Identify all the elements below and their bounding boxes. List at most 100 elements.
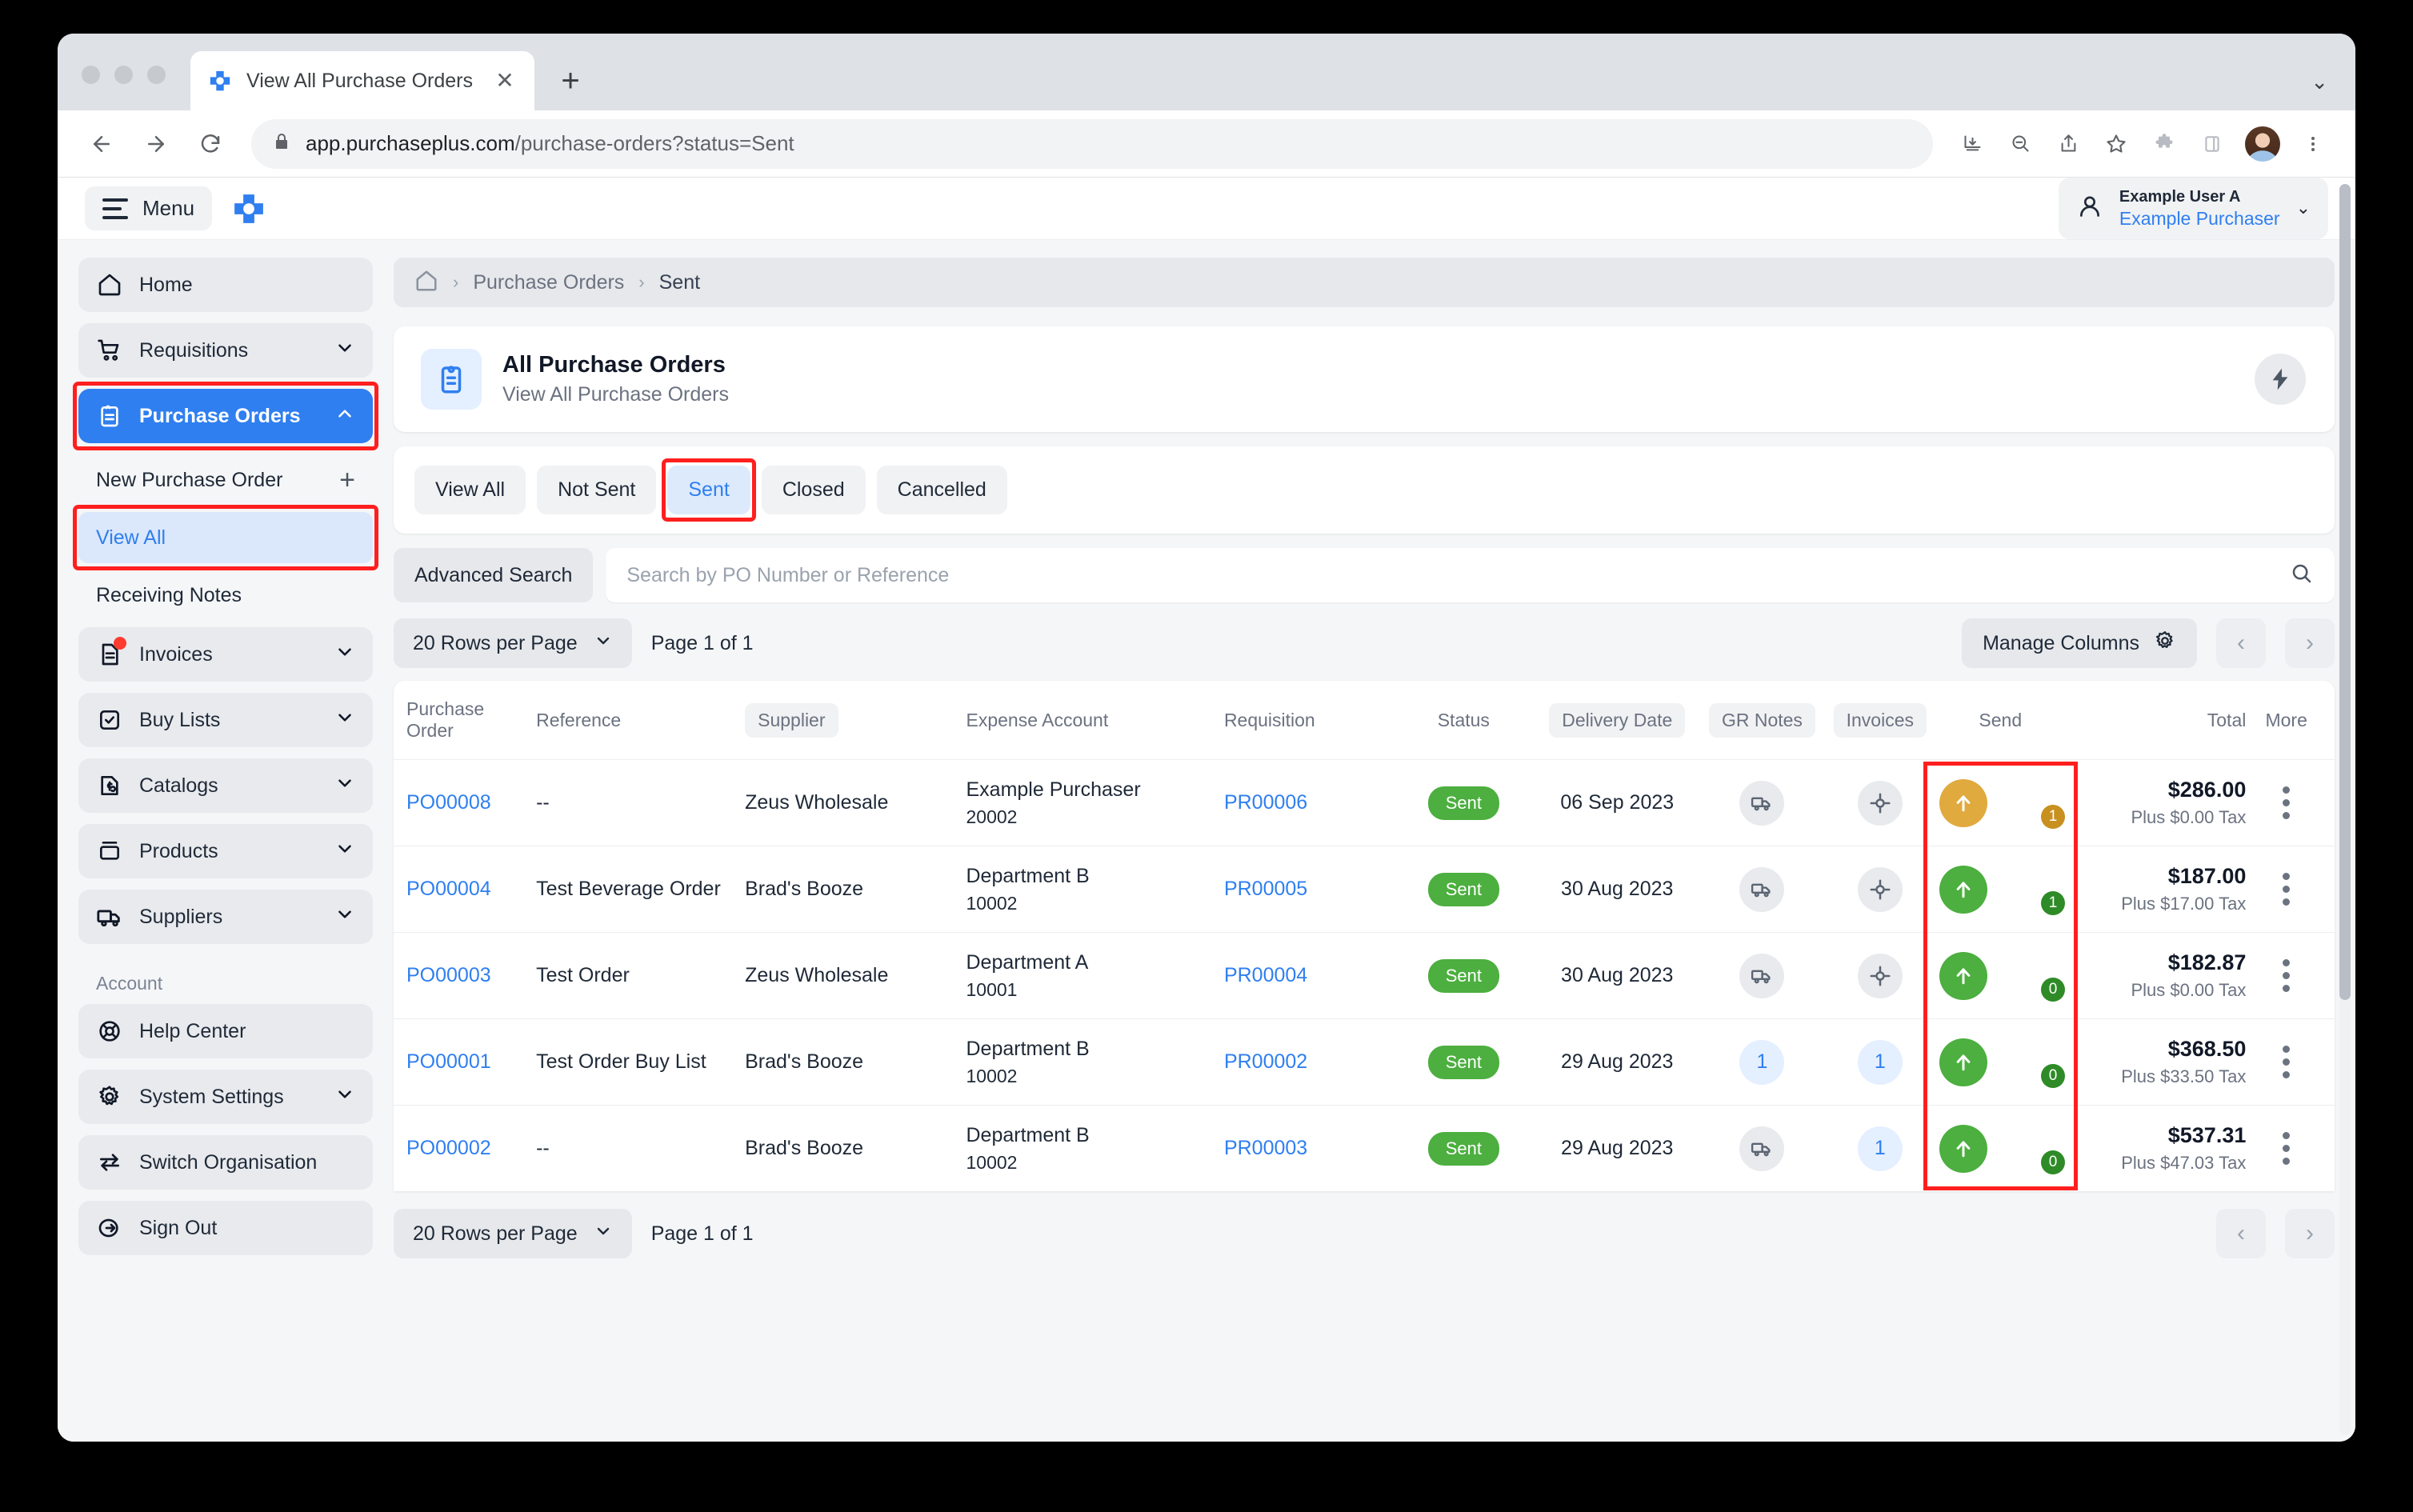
prev-page-button-bottom[interactable]: ‹ — [2216, 1209, 2266, 1258]
profile-avatar[interactable] — [2245, 126, 2280, 162]
sidebar-item-home[interactable]: Home — [78, 258, 373, 312]
purchase-order-link[interactable]: PO00002 — [406, 1137, 491, 1159]
send-status-button[interactable]: 1 — [1939, 865, 2066, 915]
purchase-order-link[interactable]: PO00003 — [406, 964, 491, 986]
menu-button[interactable]: Menu — [85, 186, 213, 230]
sidebar-item-invoices[interactable]: Invoices — [78, 627, 373, 682]
invoices-count[interactable]: 1 — [1857, 1126, 1903, 1171]
next-page-button-top[interactable]: › — [2285, 618, 2335, 668]
sidebar-item-system-settings[interactable]: System Settings — [78, 1070, 373, 1124]
sidebar-item-sign-out[interactable]: Sign Out — [78, 1201, 373, 1255]
rows-per-page-select-top[interactable]: 20 Rows per Page — [394, 618, 632, 668]
next-page-button-bottom[interactable]: › — [2285, 1209, 2335, 1258]
send-status-button[interactable]: 0 — [1939, 951, 2066, 1002]
column-header-status[interactable]: Status — [1438, 710, 1490, 730]
table-row[interactable]: PO00008 -- Zeus Wholesale Example Purchaser… — [394, 759, 2335, 846]
search-icon[interactable] — [2290, 562, 2314, 590]
truck-icon[interactable] — [1739, 866, 1785, 912]
install-app-icon[interactable] — [1951, 122, 1994, 166]
sidebar-subitem-receiving-notes[interactable]: Receiving Notes — [78, 570, 373, 621]
send-status-button[interactable]: 0 — [1939, 1124, 2066, 1174]
close-window-button[interactable] — [82, 66, 100, 84]
row-more-menu-button[interactable] — [2246, 1132, 2327, 1165]
target-icon[interactable] — [1857, 780, 1903, 826]
target-icon[interactable] — [1857, 953, 1903, 998]
sidebar-item-switch-organisation[interactable]: Switch Organisation — [78, 1135, 373, 1190]
side-panel-icon[interactable] — [2191, 122, 2234, 166]
forward-arrow-icon[interactable] — [133, 121, 179, 167]
tab-closed[interactable]: Closed — [761, 466, 866, 514]
purchaseplus-logo[interactable] — [231, 191, 266, 226]
address-bar[interactable]: app.purchaseplus.com/purchase-orders?sta… — [251, 118, 1933, 169]
breadcrumb-item-sent[interactable]: Sent — [659, 271, 700, 294]
manage-columns-button[interactable]: Manage Columns — [1962, 618, 2197, 668]
table-row[interactable]: PO00002 -- Brad's Booze Department B 10002 PR… — [394, 1106, 2335, 1192]
tab-sent[interactable]: Sent — [662, 458, 756, 522]
home-icon[interactable] — [414, 269, 438, 297]
gr-notes-count[interactable]: 1 — [1739, 1039, 1785, 1085]
search-box[interactable] — [606, 548, 2335, 602]
window-traffic-lights[interactable] — [82, 66, 166, 84]
column-header-send[interactable]: Send — [1979, 710, 2022, 730]
plus-icon[interactable]: + — [339, 466, 355, 494]
sidebar-item-suppliers[interactable]: Suppliers — [78, 890, 373, 944]
sidebar-item-buy-lists[interactable]: Buy Lists — [78, 693, 373, 747]
requisition-link[interactable]: PR00002 — [1224, 1050, 1307, 1073]
table-row[interactable]: PO00003 Test Order Zeus Wholesale Departmen… — [394, 932, 2335, 1019]
search-input[interactable] — [626, 563, 2290, 587]
invoices-count[interactable]: 1 — [1857, 1039, 1903, 1085]
app-vertical-scrollbar[interactable] — [2339, 184, 2351, 1435]
purchase-order-link[interactable]: PO00004 — [406, 878, 491, 900]
scrollbar-thumb[interactable] — [2339, 184, 2351, 1000]
advanced-search-button[interactable]: Advanced Search — [394, 548, 594, 602]
sidebar-item-catalogs[interactable]: Catalogs — [78, 758, 373, 813]
three-dot-menu-icon[interactable] — [2291, 122, 2335, 166]
maximize-window-button[interactable] — [147, 66, 166, 84]
browser-tab[interactable]: View All Purchase Orders ✕ — [190, 51, 534, 110]
star-icon[interactable] — [2095, 122, 2138, 166]
requisition-link[interactable]: PR00005 — [1224, 878, 1307, 900]
breadcrumb-item-purchase-orders[interactable]: Purchase Orders — [473, 271, 624, 294]
row-more-menu-button[interactable] — [2246, 873, 2327, 906]
column-header-supplier[interactable]: Supplier — [745, 702, 838, 738]
lightning-bolt-icon[interactable] — [2255, 354, 2306, 405]
row-more-menu-button[interactable] — [2246, 1046, 2327, 1078]
sidebar-item-products[interactable]: Products — [78, 824, 373, 878]
requisition-link[interactable]: PR00003 — [1224, 1137, 1307, 1159]
column-header-invoices[interactable]: Invoices — [1833, 702, 1927, 738]
column-header-delivery-date[interactable]: Delivery Date — [1549, 702, 1686, 738]
share-icon[interactable] — [2047, 122, 2090, 166]
tab-view-all[interactable]: View All — [414, 466, 526, 514]
target-icon[interactable] — [1857, 866, 1903, 912]
sidebar-subitem-view-all[interactable]: View All — [73, 505, 378, 570]
column-header-reference[interactable]: Reference — [536, 710, 621, 730]
reload-icon[interactable] — [187, 121, 234, 167]
row-more-menu-button[interactable] — [2246, 786, 2327, 819]
column-header-total[interactable]: Total — [2207, 710, 2247, 730]
close-tab-button[interactable]: ✕ — [493, 70, 517, 92]
minimize-window-button[interactable] — [114, 66, 133, 84]
tab-not-sent[interactable]: Not Sent — [537, 466, 657, 514]
zoom-out-icon[interactable] — [1999, 122, 2042, 166]
sidebar-item-help-center[interactable]: Help Center — [78, 1004, 373, 1058]
requisition-link[interactable]: PR00006 — [1224, 791, 1307, 814]
table-row[interactable]: PO00004 Test Beverage Order Brad's Booze De… — [394, 846, 2335, 933]
sidebar-subitem-new-purchase-order[interactable]: New Purchase Order + — [78, 454, 373, 506]
user-menu[interactable]: Example User A Example Purchaser ⌄ — [2058, 178, 2328, 240]
send-status-button[interactable]: 1 — [1939, 778, 2066, 829]
tab-cancelled[interactable]: Cancelled — [876, 466, 1007, 514]
rows-per-page-select-bottom[interactable]: 20 Rows per Page — [394, 1209, 632, 1258]
back-arrow-icon[interactable] — [78, 121, 125, 167]
row-more-menu-button[interactable] — [2246, 959, 2327, 992]
column-header-requisition[interactable]: Requisition — [1224, 710, 1315, 730]
table-row[interactable]: PO00001 Test Order Buy List Brad's Booze De… — [394, 1018, 2335, 1106]
column-header-expense-account[interactable]: Expense Account — [966, 710, 1109, 730]
requisition-link[interactable]: PR00004 — [1224, 964, 1307, 986]
truck-icon[interactable] — [1739, 953, 1785, 998]
prev-page-button-top[interactable]: ‹ — [2216, 618, 2266, 668]
sidebar-item-purchase-orders[interactable]: Purchase Orders — [73, 382, 378, 450]
sidebar-item-requisitions[interactable]: Requisitions — [78, 323, 373, 378]
truck-icon[interactable] — [1739, 1126, 1785, 1171]
purchase-order-link[interactable]: PO00001 — [406, 1050, 491, 1073]
truck-icon[interactable] — [1739, 780, 1785, 826]
